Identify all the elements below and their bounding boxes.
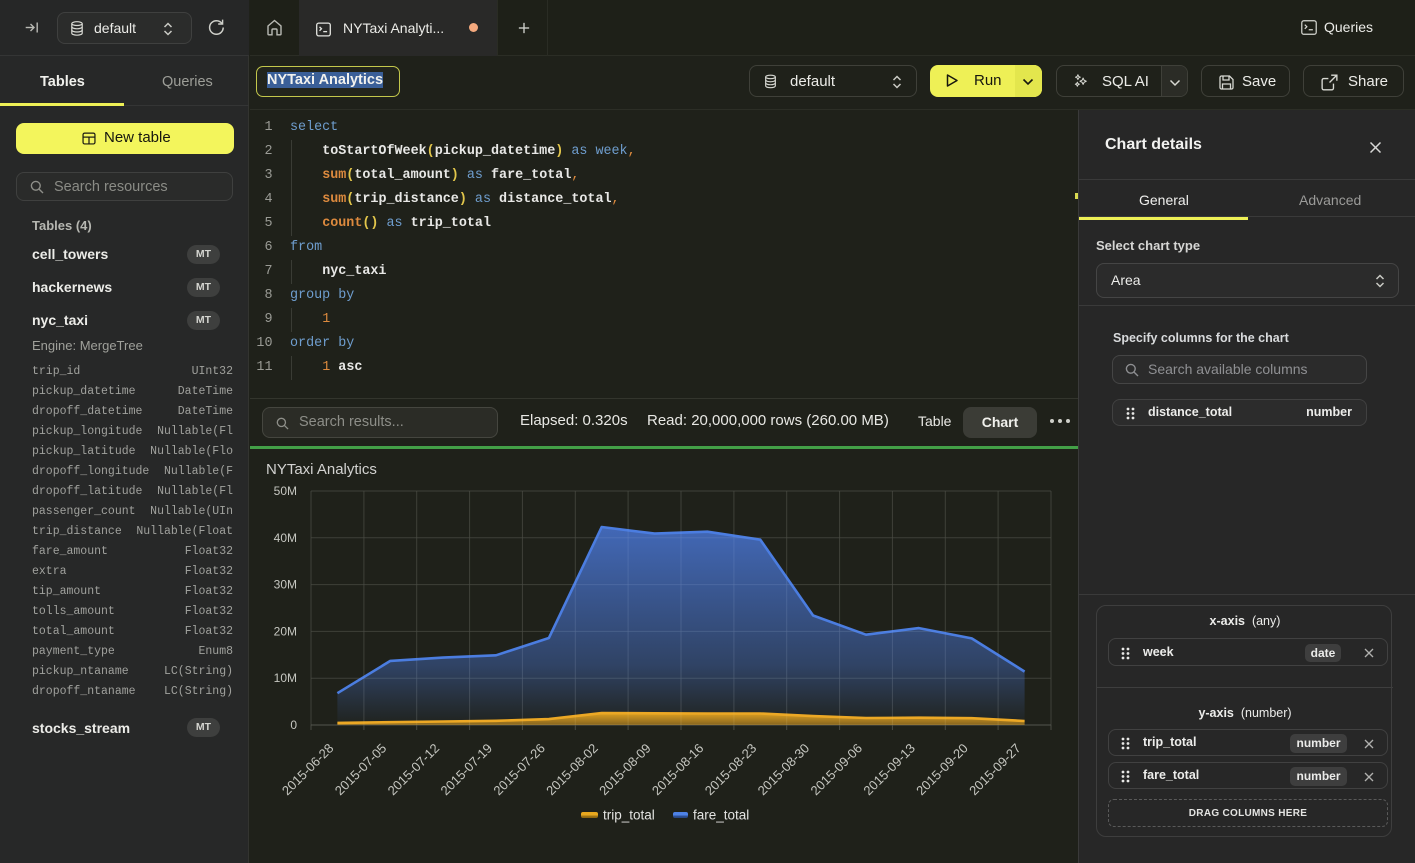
svg-text:2015-07-12: 2015-07-12 — [385, 741, 443, 799]
svg-text:2015-07-26: 2015-07-26 — [490, 741, 548, 799]
svg-text:0: 0 — [290, 718, 297, 732]
svg-text:fare_total: fare_total — [693, 808, 749, 823]
svg-text:50M: 50M — [274, 484, 297, 498]
svg-text:2015-09-20: 2015-09-20 — [913, 741, 971, 799]
svg-text:2015-07-19: 2015-07-19 — [437, 741, 495, 799]
svg-text:2015-08-23: 2015-08-23 — [702, 741, 760, 799]
svg-text:30M: 30M — [274, 578, 297, 592]
svg-text:20M: 20M — [274, 624, 297, 638]
svg-text:2015-08-16: 2015-08-16 — [649, 741, 707, 799]
svg-text:2015-06-28: 2015-06-28 — [279, 741, 337, 799]
svg-text:NYTaxi Analytics: NYTaxi Analytics — [266, 461, 377, 478]
svg-text:2015-07-05: 2015-07-05 — [332, 741, 390, 799]
svg-text:2015-09-13: 2015-09-13 — [860, 741, 918, 799]
svg-text:2015-09-06: 2015-09-06 — [807, 741, 865, 799]
svg-text:2015-08-02: 2015-08-02 — [543, 741, 601, 799]
svg-text:40M: 40M — [274, 531, 297, 545]
svg-text:2015-08-09: 2015-08-09 — [596, 741, 654, 799]
svg-text:trip_total: trip_total — [603, 808, 655, 823]
svg-text:2015-09-27: 2015-09-27 — [966, 741, 1024, 799]
svg-text:10M: 10M — [274, 671, 297, 685]
svg-text:2015-08-30: 2015-08-30 — [755, 741, 813, 799]
